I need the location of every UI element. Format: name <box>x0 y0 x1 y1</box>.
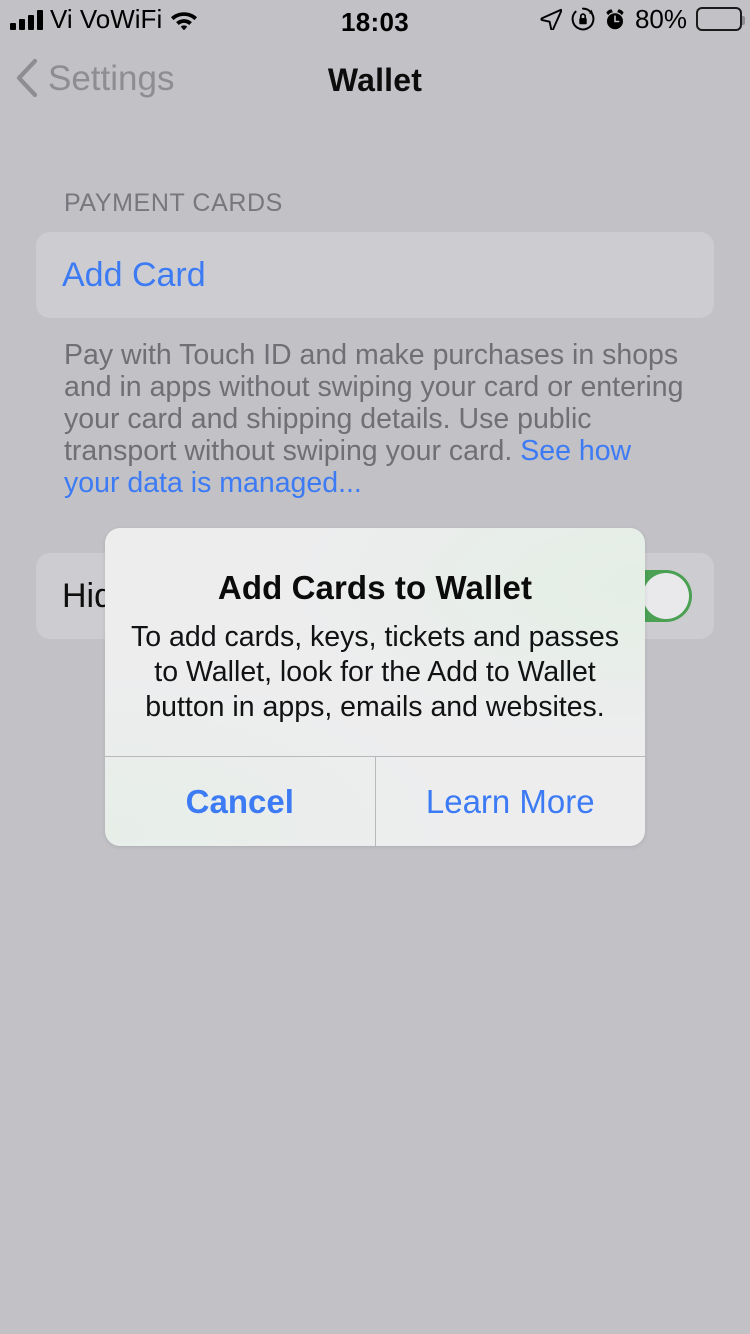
add-cards-alert-dialog: Add Cards to Wallet To add cards, keys, … <box>105 528 645 846</box>
cancel-button[interactable]: Cancel <box>105 757 376 846</box>
learn-more-button[interactable]: Learn More <box>376 757 646 846</box>
alert-message: To add cards, keys, tickets and passes t… <box>131 621 619 724</box>
alert-actions: Cancel Learn More <box>105 756 645 846</box>
alert-body: Add Cards to Wallet To add cards, keys, … <box>105 528 645 725</box>
phone-screen: Vi VoWiFi 18:03 80% Settings Wallet PAYM… <box>0 0 750 1334</box>
alert-overlay: Add Cards to Wallet To add cards, keys, … <box>0 0 750 1334</box>
alert-title: Add Cards to Wallet <box>217 569 533 606</box>
